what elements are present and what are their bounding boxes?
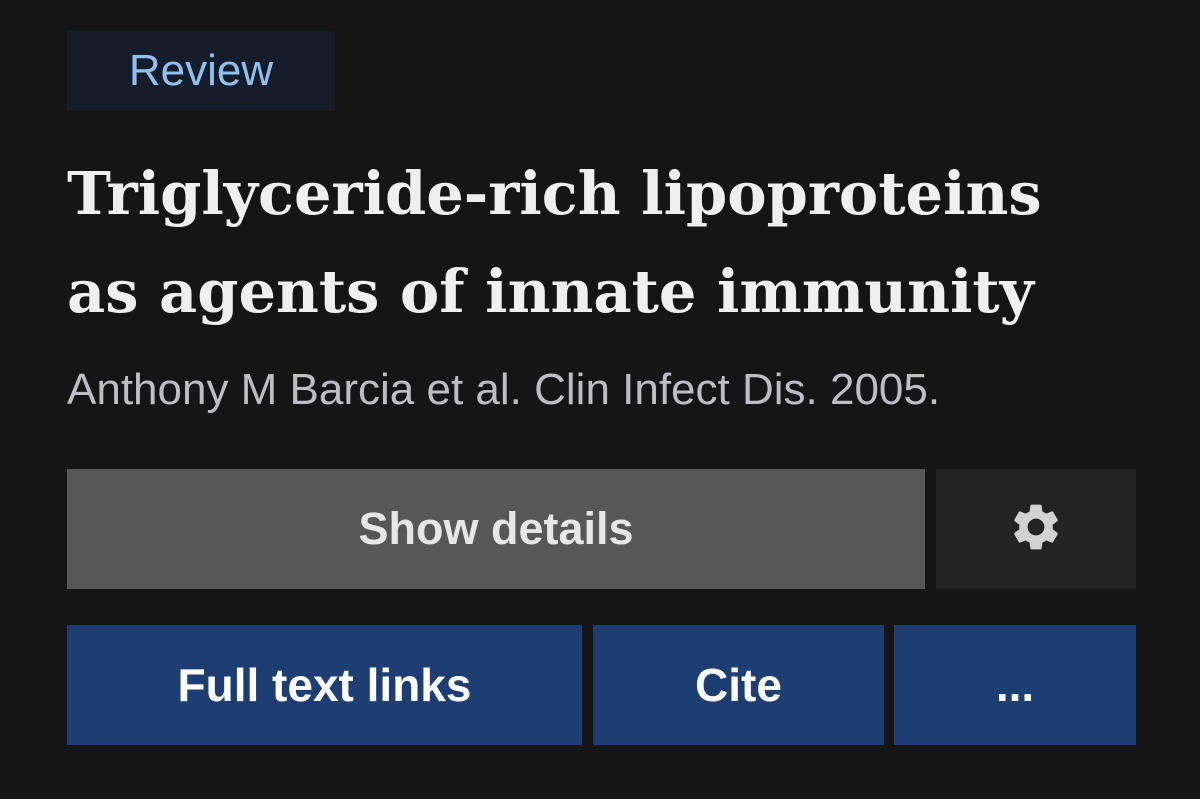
display-options-button[interactable]: [936, 469, 1136, 589]
article-title: Triglyceride-rich lipoproteins as agents…: [67, 145, 1167, 341]
gear-icon: [1008, 499, 1064, 560]
full-text-links-button[interactable]: Full text links: [67, 625, 582, 745]
article-citation: Anthony M Barcia et al. Clin Infect Dis.…: [67, 365, 941, 414]
article-title-line-1: Triglyceride-rich lipoproteins: [67, 159, 1042, 228]
cite-button[interactable]: Cite: [593, 625, 884, 745]
more-actions-button[interactable]: ...: [894, 625, 1136, 745]
show-details-button[interactable]: Show details: [67, 469, 925, 589]
article-type-badge: Review: [67, 31, 335, 111]
article-title-line-2: as agents of innate immunity: [67, 257, 1034, 326]
